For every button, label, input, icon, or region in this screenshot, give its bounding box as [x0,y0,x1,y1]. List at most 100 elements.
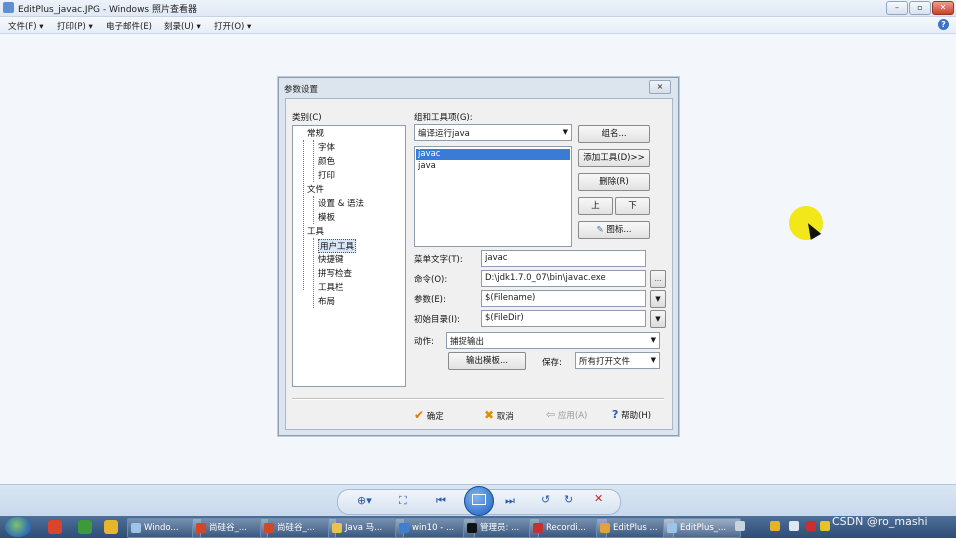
action-select[interactable]: 捕捉输出 ▼ [446,332,660,349]
initial-dir-label: 初始目录(I): [414,315,461,325]
group-select[interactable]: 编译运行java ▼ [414,124,572,141]
photo-viewer-icon [3,2,14,13]
output-pattern-button[interactable]: 输出模板... [448,352,526,370]
arguments-input[interactable]: $(Filename) [481,290,646,307]
tree-item-templates[interactable]: 模板 [318,211,335,223]
task-admin-console[interactable]: 管理员: ... [463,518,539,538]
dialog-title: 参数设置 [284,85,319,95]
menu-file[interactable]: 文件(F) ▾ [8,20,44,32]
icon-button[interactable]: ✎ 图标... [578,221,650,239]
maximize-button[interactable]: ▫ [909,1,931,15]
apply-button-label: 应用(A) [557,411,588,421]
slideshow-icon [472,494,486,505]
tree-item-shortcut-keys[interactable]: 快捷键 [318,253,344,265]
tree-item-tools[interactable]: 工具 [307,225,324,237]
command-input[interactable]: D:\jdk1.7.0_07\bin\javac.exe [481,270,646,287]
tree-item-settings-syntax[interactable]: 设置 & 语法 [318,197,364,209]
move-down-button[interactable]: 下 [615,197,650,215]
menu-burn[interactable]: 刻录(U) ▾ [164,20,201,32]
add-tool-button[interactable]: 添加工具(D)>> [578,149,650,167]
task-java[interactable]: Java 马... [328,518,404,538]
menu-text-label: 菜单文字(T): [414,255,463,265]
quicklaunch-icon[interactable] [104,520,118,534]
icon-button-label: 图标... [606,225,632,235]
initial-dir-input[interactable]: $(FileDir) [481,310,646,327]
tree-connector [313,140,314,182]
menu-print[interactable]: 打印(P) ▾ [57,20,93,32]
volume-icon[interactable] [789,521,799,531]
initial-dir-dropdown-button[interactable]: ▼ [650,310,666,328]
ok-button[interactable]: ✔ 确定 [414,408,444,422]
tool-list-item-javac[interactable]: javac [416,149,570,160]
move-up-button[interactable]: 上 [578,197,613,215]
dialog-close-button[interactable]: × [649,80,671,94]
cross-icon: ✖ [484,408,495,422]
start-button[interactable] [5,517,31,537]
cancel-button-label: 取消 [496,412,514,422]
help-button-label: 帮助(H) [621,411,652,421]
tray-icon[interactable] [770,521,780,531]
task-windows[interactable]: Windo... [127,518,201,538]
save-select-value: 所有打开文件 [579,357,631,367]
save-select[interactable]: 所有打开文件 ▼ [575,352,660,369]
slideshow-button[interactable] [464,486,494,516]
arguments-dropdown-button[interactable]: ▼ [650,290,666,308]
actual-size-icon[interactable]: ⛶ [399,494,407,508]
apply-button[interactable]: ⇦ 应用(A) [546,408,587,421]
chevron-down-icon: ▼ [650,356,656,364]
next-icon[interactable]: ⏭ [505,494,515,508]
zoom-icon[interactable]: ⊕▾ [357,494,372,507]
chevron-down-icon: ▼ [562,128,568,136]
category-tree[interactable]: 常规 字体 颜色 打印 文件 设置 & 语法 模板 工具 用户工具 快捷键 拼写… [292,125,406,387]
tree-item-files[interactable]: 文件 [307,183,324,195]
tree-item-general[interactable]: 常规 [307,127,324,139]
previous-icon[interactable]: ⏮ [436,494,446,508]
tree-item-user-tools[interactable]: 用户工具 [318,239,357,253]
tree-connector [303,140,304,290]
task-ppt-1[interactable]: 尚硅谷_... [192,518,268,538]
tool-list-item-java[interactable]: java [418,161,436,171]
chevron-down-icon: ▼ [655,295,661,303]
help-icon[interactable]: ? [938,19,949,30]
help-button[interactable]: ? 帮助(H) [612,408,651,421]
tree-item-layout[interactable]: 布局 [318,295,335,307]
tree-item-spell-check[interactable]: 拼写检查 [318,267,352,279]
question-icon: ? [612,408,619,421]
group-select-value: 编译运行java [418,129,470,139]
task-ppt-2[interactable]: 尚硅谷_... [260,518,336,538]
tool-list[interactable]: javac java [414,146,572,247]
menu-email[interactable]: 电子邮件(E) [106,20,152,32]
tree-item-color[interactable]: 颜色 [318,155,335,167]
close-button[interactable]: ✕ [932,1,954,15]
quicklaunch-icon[interactable] [48,520,62,534]
rotate-clockwise-icon[interactable]: ↻ [564,493,573,506]
minimize-button[interactable]: – [886,1,908,15]
browse-button[interactable]: ... [650,270,666,288]
rename-group-button[interactable]: 组名... [578,125,650,143]
menu-open[interactable]: 打开(O) ▾ [214,20,251,32]
tree-item-print[interactable]: 打印 [318,169,335,181]
tray-icon[interactable] [806,521,816,531]
menu-bar: 文件(F) ▾ 打印(P) ▾ 电子邮件(E) 刻录(U) ▾ 打开(O) ▾ … [0,17,956,34]
menu-text-value: javac [485,253,508,263]
delete-icon[interactable]: ✕ [594,492,603,505]
tray-icon[interactable] [820,521,830,531]
arguments-value: $(Filename) [485,293,536,303]
arguments-label: 参数(E): [414,295,446,305]
tree-item-toolbar[interactable]: 工具栏 [318,281,344,293]
task-editplus-image[interactable]: EditPlus_... [663,518,741,538]
rotate-counterclockwise-icon[interactable]: ↺ [541,493,550,506]
delete-button[interactable]: 删除(R) [578,173,650,191]
tree-item-font[interactable]: 字体 [318,141,335,153]
title-bar: EditPlus_javac.JPG - Windows 照片查看器 – ▫ ✕ [0,0,956,17]
tray-icon[interactable] [735,521,745,531]
arrow-left-icon: ⇦ [546,408,556,421]
window-title: EditPlus_javac.JPG - Windows 照片查看器 [18,5,197,15]
taskbar: Windo... 尚硅谷_... 尚硅谷_... Java 马... win10… [0,516,956,538]
menu-text-input[interactable]: javac [481,250,646,267]
category-label: 类别(C) [292,113,322,123]
checkmark-icon: ✔ [414,408,425,422]
quicklaunch-icon[interactable] [78,520,92,534]
cancel-button[interactable]: ✖ 取消 [484,408,514,422]
ok-button-label: 确定 [426,412,444,422]
